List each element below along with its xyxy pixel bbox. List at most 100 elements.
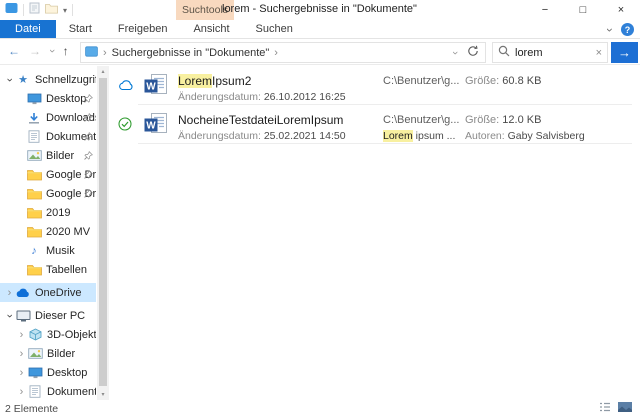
details-view-icon[interactable] <box>599 402 611 415</box>
chevron-expanded-icon[interactable]: › <box>4 310 16 321</box>
onedrive-synced-status-icon <box>118 117 134 136</box>
new-folder-icon[interactable] <box>45 1 58 19</box>
search-go-button[interactable]: → <box>611 42 638 63</box>
minimize-button[interactable]: − <box>526 0 564 20</box>
breadcrumb-chevron-icon[interactable]: › <box>103 47 107 59</box>
file-path: C:\Benutzer\g... <box>383 114 460 126</box>
folder-icon <box>26 207 42 219</box>
back-icon[interactable]: ← <box>8 44 20 58</box>
scroll-up-icon[interactable]: ▴ <box>97 66 109 77</box>
file-row-loremipsum2[interactable]: W LoremIpsum2 Änderungsdatum: 26.10.2012… <box>110 66 640 104</box>
navigation-pane: › ★ Schnellzugriff Desktop Downloads Dok… <box>0 70 96 400</box>
help-icon[interactable]: ? <box>621 23 634 36</box>
properties-icon[interactable] <box>29 1 40 19</box>
svg-text:W: W <box>146 121 156 132</box>
sidebar-item-bilder[interactable]: Bilder <box>0 146 96 165</box>
tab-start[interactable]: Start <box>56 20 105 38</box>
chevron-collapsed-icon[interactable]: › <box>16 386 27 398</box>
modified-value: 25.02.2021 14:50 <box>263 130 346 142</box>
window-controls: − □ × <box>526 0 640 20</box>
size-value: 60.8 KB <box>502 75 542 87</box>
sidebar-scrollbar[interactable]: ▴ ▾ <box>97 66 109 400</box>
folder-icon <box>26 169 42 181</box>
forward-icon[interactable]: → <box>29 44 41 58</box>
pin-icon <box>84 132 93 144</box>
modified-label: Änderungsdatum: <box>178 130 261 142</box>
modified-label: Änderungsdatum: <box>178 91 261 103</box>
clear-search-icon[interactable]: × <box>596 47 602 59</box>
file-row-nocheinetestdatei[interactable]: W NocheineTestdateiLoremIpsum Änderungsd… <box>110 105 640 143</box>
sidebar-item-2019[interactable]: 2019 <box>0 203 96 222</box>
quick-access-star-icon: ★ <box>18 74 28 86</box>
items-count: 2 Elemente <box>5 402 59 415</box>
sidebar-item-google-drive-2[interactable]: Google Drive <box>0 184 96 203</box>
folder-icon <box>26 188 42 200</box>
up-icon[interactable]: ↑ <box>63 44 69 58</box>
sidebar-item-pc-bilder[interactable]: › Bilder <box>0 344 96 363</box>
chevron-collapsed-icon[interactable]: › <box>16 367 27 379</box>
document-icon <box>26 130 42 143</box>
size-value: 12.0 KB <box>502 114 542 126</box>
tab-ansicht[interactable]: Ansicht <box>180 20 242 38</box>
refresh-icon[interactable] <box>467 45 479 60</box>
maximize-button[interactable]: □ <box>564 0 602 20</box>
desktop-icon <box>26 93 42 105</box>
explorer-window-icon <box>5 1 18 19</box>
word-document-icon: W <box>144 74 168 101</box>
thumbnails-view-icon[interactable] <box>618 402 632 415</box>
sidebar-item-dieser-pc[interactable]: › Dieser PC <box>0 306 96 325</box>
sidebar-item-google-drive[interactable]: Google Drive <box>0 165 96 184</box>
authors-label: Autoren: <box>465 130 505 142</box>
row-divider <box>138 143 632 144</box>
scroll-down-icon[interactable]: ▾ <box>97 389 109 400</box>
tab-datei[interactable]: Datei <box>0 20 56 38</box>
quick-access-toolbar: ▾ <box>5 1 74 19</box>
customize-qat-dropdown-icon[interactable]: ▾ <box>63 6 67 15</box>
nav-buttons: ← → › ↑ <box>8 44 69 58</box>
divider <box>23 4 24 16</box>
chevron-collapsed-icon[interactable]: › <box>16 348 27 360</box>
sidebar-item-downloads[interactable]: Downloads <box>0 108 96 127</box>
scrollbar-thumb[interactable] <box>99 78 107 386</box>
size-label: Größe: <box>465 75 500 87</box>
sidebar-item-2020-mv[interactable]: 2020 MV <box>0 222 96 241</box>
status-bar: 2 Elemente <box>0 400 640 417</box>
pin-icon <box>84 113 93 125</box>
sidebar-item-desktop[interactable]: Desktop <box>0 89 96 108</box>
modified-value: 26.10.2012 16:25 <box>263 91 346 103</box>
downloads-icon <box>26 112 42 124</box>
sidebar-item-tabellen[interactable]: Tabellen <box>0 260 96 279</box>
onedrive-cloud-icon <box>15 287 31 298</box>
recent-locations-icon[interactable]: › <box>46 49 58 53</box>
sidebar-item-musik[interactable]: ♪ Musik <box>0 241 96 260</box>
sidebar-item-onedrive[interactable]: › OneDrive <box>0 283 96 302</box>
chevron-collapsed-icon[interactable]: › <box>16 329 27 341</box>
sidebar-item-pc-desktop[interactable]: › Desktop <box>0 363 96 382</box>
desktop-icon <box>27 367 43 379</box>
search-input[interactable] <box>515 46 591 59</box>
tab-freigeben[interactable]: Freigeben <box>105 20 181 38</box>
breadcrumb-chevron-icon[interactable]: › <box>274 47 278 59</box>
pictures-icon <box>27 348 43 359</box>
expand-ribbon-icon[interactable]: › <box>603 28 617 32</box>
ribbon-right-controls: › ? <box>603 21 634 38</box>
size-label: Größe: <box>465 114 500 126</box>
word-document-icon: W <box>144 113 168 140</box>
chevron-collapsed-icon[interactable]: › <box>4 287 15 299</box>
window-title: lorem - Suchergebnisse in "Dokumente" <box>222 3 417 15</box>
navigation-toolbar: ← → › ↑ › Suchergebnisse in "Dokumente" … <box>0 40 640 65</box>
close-button[interactable]: × <box>602 0 640 20</box>
address-dropdown-icon[interactable]: › <box>449 51 461 55</box>
search-box: × <box>492 42 608 63</box>
sidebar-item-3d-objekte[interactable]: › 3D-Objekte <box>0 325 96 344</box>
tab-suchen[interactable]: Suchen <box>243 20 306 38</box>
breadcrumb[interactable]: Suchergebnisse in "Dokumente" <box>112 47 270 59</box>
sidebar-item-pc-dokumente[interactable]: › Dokumente <box>0 382 96 400</box>
pin-icon <box>84 189 93 201</box>
sidebar-item-dokumente[interactable]: Dokumente <box>0 127 96 146</box>
address-bar[interactable]: › Suchergebnisse in "Dokumente" › › <box>80 42 486 63</box>
sidebar-item-schnellzugriff[interactable]: › ★ Schnellzugriff <box>0 70 97 89</box>
chevron-expanded-icon[interactable]: › <box>4 74 16 85</box>
location-icon <box>85 45 98 60</box>
document-icon <box>27 385 43 398</box>
